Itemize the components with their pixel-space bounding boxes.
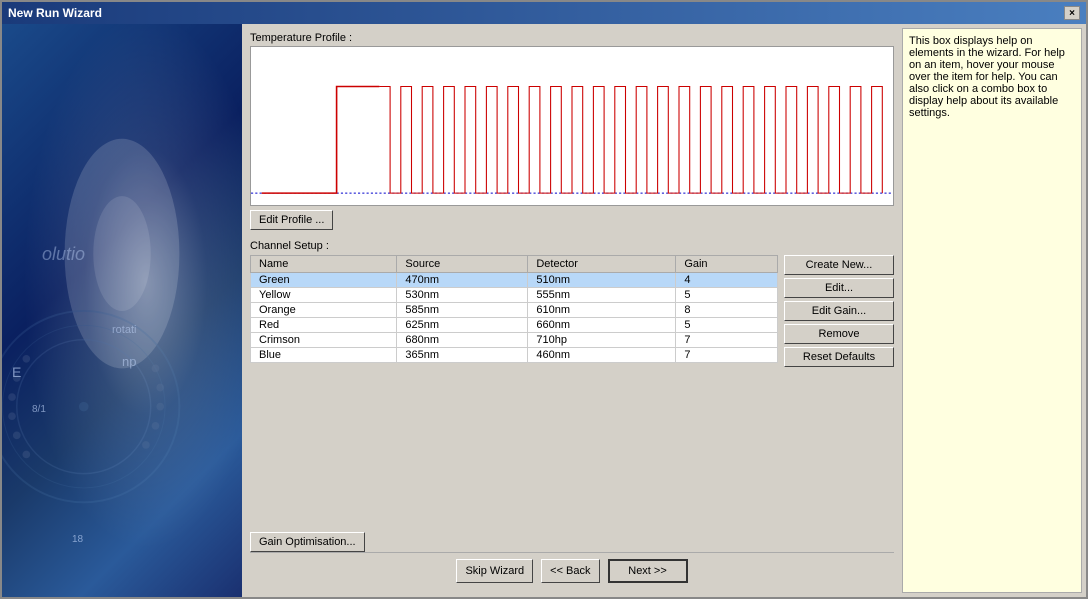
main-panel: Temperature Profile : Edit Profile ...	[242, 24, 902, 597]
reset-defaults-button[interactable]: Reset Defaults	[784, 347, 894, 367]
cell-detector: 710hp	[528, 333, 676, 348]
decorative-label-e: E	[12, 364, 21, 380]
col-source: Source	[397, 256, 528, 273]
cell-gain: 5	[676, 288, 778, 303]
back-button[interactable]: << Back	[541, 559, 599, 583]
bottom-area: Gain Optimisation...	[250, 532, 894, 552]
channel-buttons: Create New... Edit... Edit Gain... Remov…	[784, 255, 894, 367]
cell-name: Crimson	[251, 333, 397, 348]
content-area: E 8/1 rotati np olutio 18 Temperature Pr…	[2, 24, 1086, 597]
cell-name: Yellow	[251, 288, 397, 303]
cell-detector: 610nm	[528, 303, 676, 318]
decorative-label-18: 18	[72, 534, 83, 545]
cell-gain: 8	[676, 303, 778, 318]
table-row[interactable]: Green470nm510nm4	[251, 273, 778, 288]
help-panel: This box displays help on elements in th…	[902, 28, 1082, 593]
temperature-chart-svg	[251, 47, 893, 205]
skip-wizard-button[interactable]: Skip Wizard	[456, 559, 533, 583]
gain-optimisation-button[interactable]: Gain Optimisation...	[250, 532, 365, 552]
temperature-label: Temperature Profile :	[250, 32, 894, 44]
cell-gain: 4	[676, 273, 778, 288]
channel-setup-label: Channel Setup :	[250, 240, 894, 252]
edit-profile-container: Edit Profile ...	[250, 210, 894, 230]
cell-source: 625nm	[397, 318, 528, 333]
table-row[interactable]: Blue365nm460nm7	[251, 348, 778, 363]
cell-gain: 7	[676, 333, 778, 348]
channel-table-wrapper: Name Source Detector Gain Green470nm510n…	[250, 255, 778, 367]
channel-table: Name Source Detector Gain Green470nm510n…	[250, 255, 778, 363]
temperature-chart	[250, 46, 894, 206]
cell-detector: 460nm	[528, 348, 676, 363]
decorative-text-rotation: rotati	[112, 324, 136, 336]
table-row[interactable]: Red625nm660nm5	[251, 318, 778, 333]
table-row[interactable]: Crimson680nm710hp7	[251, 333, 778, 348]
next-button[interactable]: Next >>	[608, 559, 688, 583]
cell-detector: 555nm	[528, 288, 676, 303]
cell-source: 470nm	[397, 273, 528, 288]
remove-button[interactable]: Remove	[784, 324, 894, 344]
cell-source: 365nm	[397, 348, 528, 363]
cell-gain: 5	[676, 318, 778, 333]
table-row[interactable]: Orange585nm610nm8	[251, 303, 778, 318]
edit-button[interactable]: Edit...	[784, 278, 894, 298]
main-window: New Run Wizard ×	[0, 0, 1088, 599]
cell-name: Red	[251, 318, 397, 333]
left-panel: E 8/1 rotati np olutio 18	[2, 24, 242, 597]
channel-section: Channel Setup : Name Source Detector Gai…	[250, 240, 894, 526]
cell-name: Blue	[251, 348, 397, 363]
help-text: This box displays help on elements in th…	[909, 35, 1065, 119]
cell-detector: 510nm	[528, 273, 676, 288]
title-bar: New Run Wizard ×	[2, 2, 1086, 24]
col-gain: Gain	[676, 256, 778, 273]
channel-body: Name Source Detector Gain Green470nm510n…	[250, 255, 894, 367]
edit-gain-button[interactable]: Edit Gain...	[784, 301, 894, 321]
footer-area: Skip Wizard << Back Next >>	[250, 552, 894, 589]
cell-source: 530nm	[397, 288, 528, 303]
col-name: Name	[251, 256, 397, 273]
cell-source: 585nm	[397, 303, 528, 318]
temperature-section: Temperature Profile : Edit Profile ...	[250, 32, 894, 236]
table-row[interactable]: Yellow530nm555nm5	[251, 288, 778, 303]
col-detector: Detector	[528, 256, 676, 273]
cell-name: Orange	[251, 303, 397, 318]
cell-source: 680nm	[397, 333, 528, 348]
cell-gain: 7	[676, 348, 778, 363]
decorative-label-8: 8/1	[32, 404, 46, 415]
decorative-text-np: np	[122, 354, 136, 369]
edit-profile-button[interactable]: Edit Profile ...	[250, 210, 333, 230]
close-button[interactable]: ×	[1064, 6, 1080, 20]
cell-detector: 660nm	[528, 318, 676, 333]
create-new-button[interactable]: Create New...	[784, 255, 894, 275]
window-title: New Run Wizard	[8, 6, 102, 20]
cell-name: Green	[251, 273, 397, 288]
decorative-text-olutio: olutio	[42, 244, 85, 265]
